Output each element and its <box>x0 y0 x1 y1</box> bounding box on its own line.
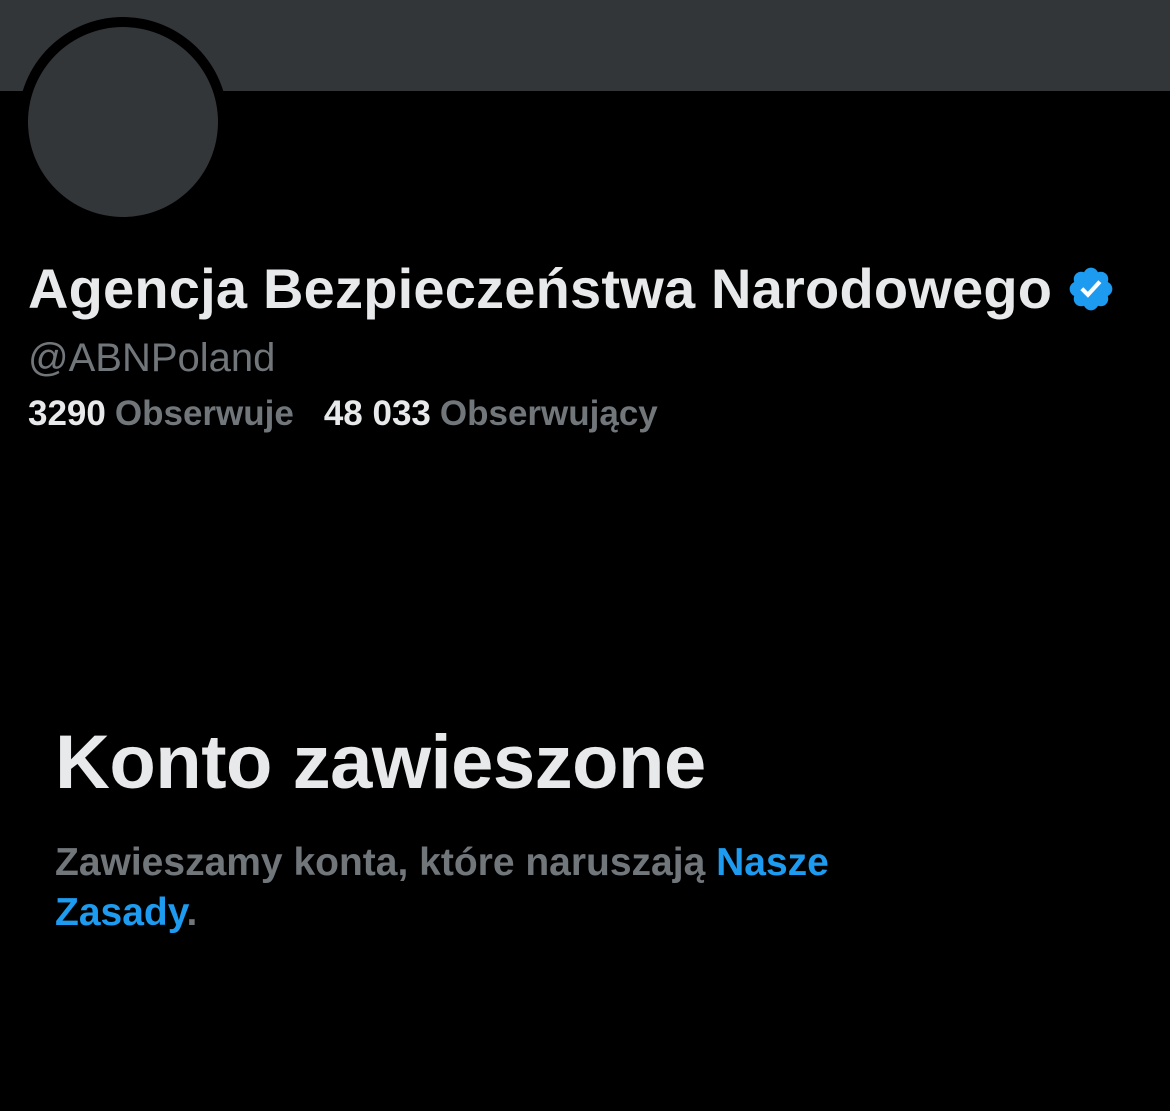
following-count: 3290 <box>28 394 106 433</box>
following-label: Obserwuje <box>114 394 294 433</box>
suspended-message-period: . <box>186 891 198 934</box>
followers-count: 48 033 <box>323 394 431 433</box>
display-name: Agencja Bezpieczeństwa Narodowego <box>28 257 1053 320</box>
suspended-message-text: Zawieszamy konta, które naruszają <box>55 841 706 884</box>
suspended-notice: Konto zawieszone Zawieszamy konta, które… <box>55 718 1115 938</box>
profile-handle: @ABNPoland <box>28 336 276 380</box>
suspended-title: Konto zawieszone <box>55 720 706 805</box>
profile-name-heading: Agencja Bezpieczeństwa Narodowego <box>28 252 1128 326</box>
verified-badge-icon[interactable] <box>1066 264 1116 314</box>
following-stat[interactable]: 3290 Obserwuje <box>28 392 294 436</box>
avatar[interactable] <box>28 27 218 217</box>
followers-stat[interactable]: 48 033 Obserwujący <box>324 392 658 436</box>
avatar-frame <box>18 17 228 227</box>
profile-header: Agencja Bezpieczeństwa Narodowego @ABNPo… <box>28 252 1128 436</box>
suspended-message: Zawieszamy konta, które naruszają Nasze … <box>55 838 855 938</box>
followers-label: Obserwujący <box>439 394 658 433</box>
follow-stats: 3290 Obserwuje 48 033 Obserwujący <box>28 392 1128 436</box>
